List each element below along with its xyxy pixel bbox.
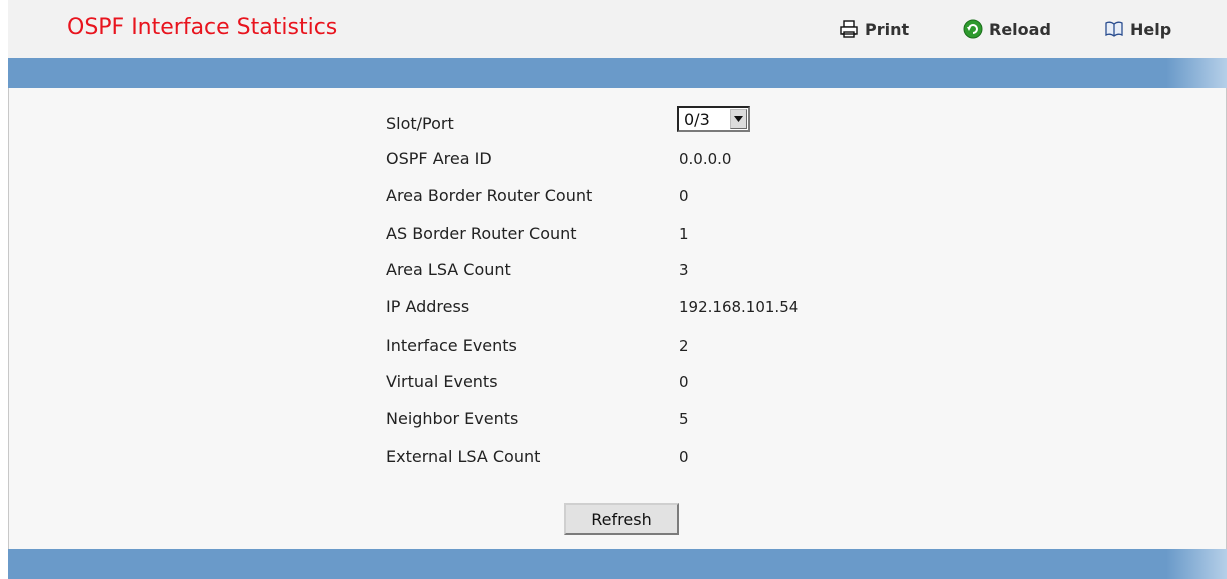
field-row: OSPF Area ID 0.0.0.0 — [386, 147, 886, 171]
field-value: 5 — [679, 410, 689, 428]
field-label: External LSA Count — [386, 447, 541, 466]
field-row: External LSA Count 0 — [386, 445, 886, 469]
field-label: Area LSA Count — [386, 260, 511, 279]
field-row: Neighbor Events 5 — [386, 407, 886, 431]
chevron-down-icon[interactable] — [730, 109, 747, 129]
field-value: 192.168.101.54 — [679, 298, 799, 316]
field-row: Area Border Router Count 0 — [386, 184, 886, 208]
top-divider-bar — [8, 58, 1227, 88]
slot-port-label: Slot/Port — [386, 114, 454, 133]
reload-icon — [963, 19, 983, 39]
field-label: OSPF Area ID — [386, 149, 492, 168]
bottom-divider-bar — [8, 549, 1227, 579]
refresh-button[interactable]: Refresh — [564, 503, 679, 535]
field-label: AS Border Router Count — [386, 224, 577, 243]
field-label: Interface Events — [386, 336, 517, 355]
field-value: 0 — [679, 373, 689, 391]
field-label: Virtual Events — [386, 372, 498, 391]
help-label: Help — [1130, 19, 1172, 39]
field-row: IP Address 192.168.101.54 — [386, 295, 886, 319]
print-label: Print — [865, 19, 910, 39]
field-label: Area Border Router Count — [386, 186, 593, 205]
print-button[interactable]: Print — [839, 17, 909, 41]
slot-port-selected: 0/3 — [684, 109, 710, 129]
help-button[interactable]: Help — [1104, 17, 1171, 41]
field-row: Interface Events 2 — [386, 334, 886, 358]
reload-button[interactable]: Reload — [963, 17, 1051, 41]
field-label: IP Address — [386, 297, 470, 316]
field-slot-port: Slot/Port — [386, 112, 886, 136]
printer-icon — [839, 19, 859, 39]
reload-label: Reload — [989, 19, 1051, 39]
field-row: Area LSA Count 3 — [386, 258, 886, 282]
field-value: 3 — [679, 261, 689, 279]
field-value: 0.0.0.0 — [679, 150, 732, 168]
page-frame: OSPF Interface Statistics Print Reload H… — [8, 0, 1227, 579]
field-row: Virtual Events 0 — [386, 370, 886, 394]
field-value: 0 — [679, 448, 689, 466]
book-icon — [1104, 19, 1124, 39]
field-value: 2 — [679, 337, 689, 355]
field-value: 0 — [679, 187, 689, 205]
field-label: Neighbor Events — [386, 409, 519, 428]
field-value: 1 — [679, 225, 689, 243]
field-row: AS Border Router Count 1 — [386, 222, 886, 246]
page-header: OSPF Interface Statistics Print Reload H… — [8, 0, 1227, 62]
page-title: OSPF Interface Statistics — [67, 15, 338, 40]
slot-port-select[interactable]: 0/3 — [677, 106, 750, 132]
